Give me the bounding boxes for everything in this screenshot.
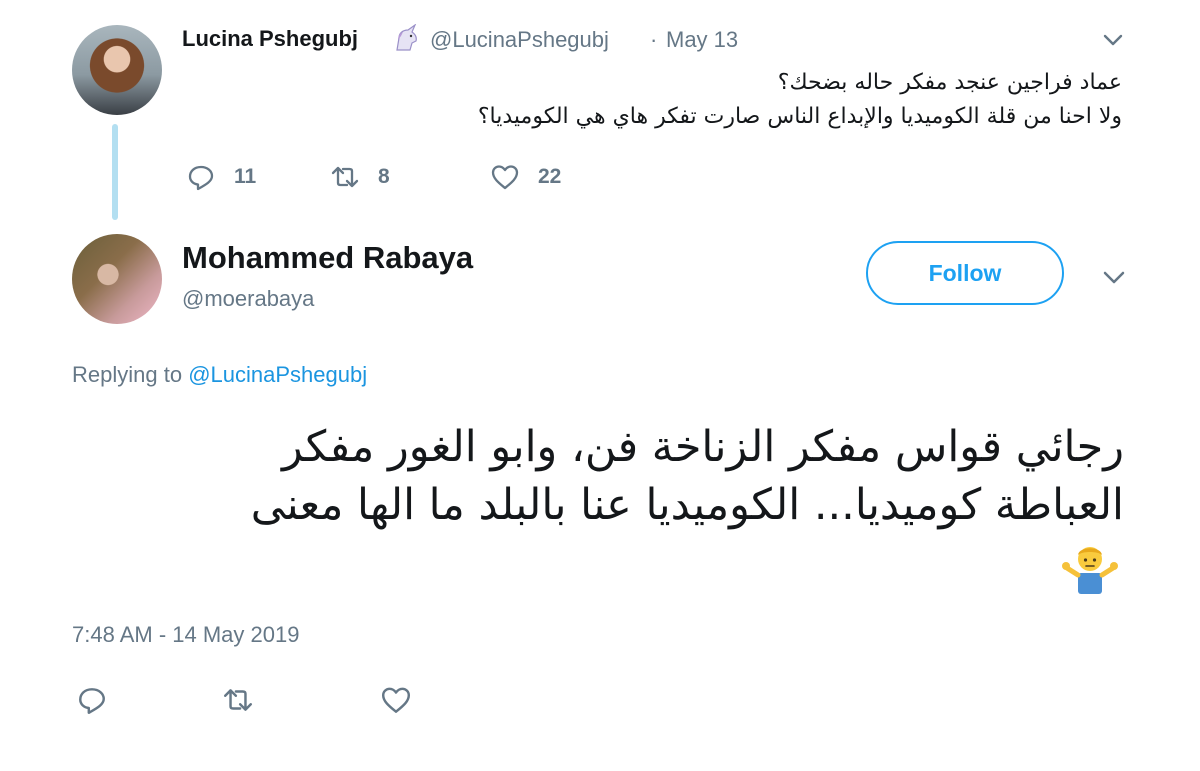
tweet-body: رجائي قواس مفكر الزناخة فن، وابو الغور م…	[64, 418, 1124, 534]
retweet-count: 8	[378, 165, 390, 188]
tweet-body-line-1: رجائي قواس مفكر الزناخة فن، وابو الغور م…	[282, 422, 1124, 472]
tweet-timestamp[interactable]: 7:48 AM - 14 May 2019	[72, 622, 299, 648]
parent-author-name[interactable]: Lucina Pshegubj	[182, 26, 358, 52]
parent-reply-action[interactable]: 11	[186, 160, 256, 194]
mohammed-avatar[interactable]	[72, 234, 162, 324]
reply-count: 11	[234, 165, 257, 188]
retweet-icon[interactable]	[330, 162, 360, 192]
tweet-body-line-2: العباطة كوميديا... الكوميديا عنا بالبلد …	[250, 480, 1124, 530]
unicorn-emoji	[396, 24, 417, 51]
parent-author-handle[interactable]: @LucinaPshegubj	[430, 27, 609, 53]
parent-tweet-date[interactable]: May 13	[666, 27, 738, 53]
thread-connector-line	[112, 124, 118, 220]
heart-icon[interactable]	[490, 162, 520, 192]
author-handle[interactable]: @moerabaya	[182, 286, 314, 312]
chevron-down-icon[interactable]	[1100, 30, 1126, 50]
parent-tweet-line-2: ولا احنا من قلة الكوميديا والإبداع الناس…	[477, 104, 1122, 129]
like-count: 22	[538, 165, 562, 188]
follow-button[interactable]: Follow	[866, 241, 1064, 305]
heart-icon[interactable]	[380, 684, 412, 716]
replying-to-line: Replying to @LucinaPshegubj	[72, 362, 367, 388]
retweet-icon[interactable]	[222, 684, 254, 716]
reply-icon[interactable]	[76, 684, 108, 716]
man-shrugging-emoji	[1062, 547, 1118, 594]
reply-icon[interactable]	[186, 162, 216, 192]
separator-dot: ·	[650, 27, 658, 52]
parent-retweet-action[interactable]: 8	[330, 160, 390, 194]
parent-tweet-line-1: عماد فراجين عنجد مفكر حاله بضحك؟	[777, 70, 1122, 95]
lucina-avatar[interactable]	[72, 25, 162, 115]
replying-to-label: Replying to	[72, 362, 183, 387]
replying-to-mention[interactable]: @LucinaPshegubj	[188, 362, 367, 387]
chevron-down-icon[interactable]	[1100, 266, 1128, 288]
author-name[interactable]: Mohammed Rabaya	[182, 240, 473, 276]
parent-like-action[interactable]: 22	[490, 160, 561, 194]
